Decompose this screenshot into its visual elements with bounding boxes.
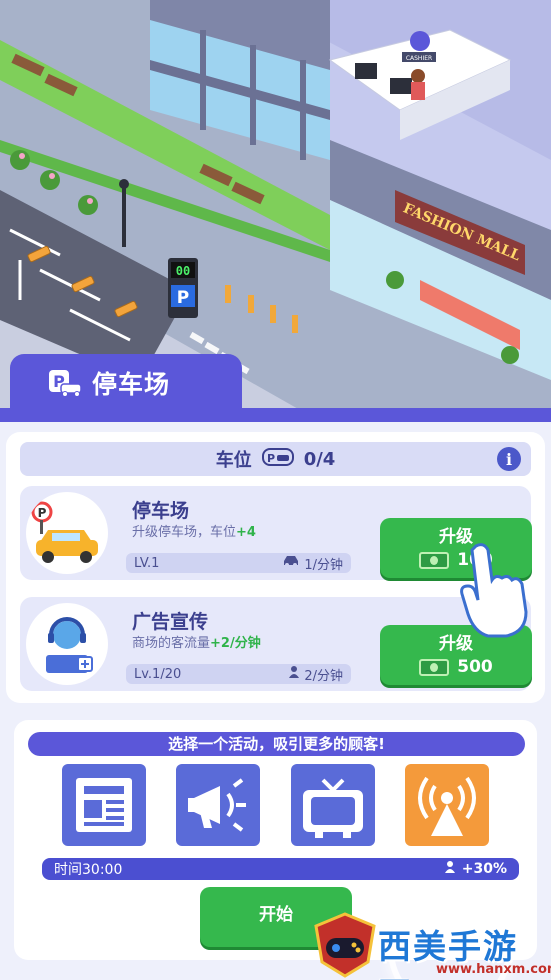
upgrade-cost-value: 500: [457, 657, 493, 677]
person-icon: [444, 860, 456, 878]
main-panel: 车位 P 0/4 i P 停车场 升级停车场，车位+4 LV.1 1/分钟 升级…: [0, 422, 551, 980]
info-icon[interactable]: i: [497, 447, 521, 471]
upgrade-desc-text: 商场的客流量: [132, 636, 211, 651]
svg-text:P: P: [267, 452, 275, 465]
watermark-url: www.hanxm.com: [436, 962, 551, 977]
upgrade-name: 停车场: [132, 500, 190, 522]
upgrade-desc: 升级停车场，车位+4: [132, 521, 256, 540]
panel-tab: P 停车场: [10, 354, 242, 412]
upgrade-name: 广告宣传: [132, 611, 209, 633]
svg-text:P: P: [38, 506, 47, 520]
tv-icon[interactable]: [291, 764, 375, 846]
staff-headset-avatar-icon: [26, 603, 108, 685]
watermark: 西美手游网 www.hanxm.com: [312, 910, 551, 980]
slots-label: 车位: [215, 450, 252, 471]
gamepad-shield-icon: [312, 912, 378, 978]
megaphone-icon[interactable]: [176, 764, 260, 846]
cash-icon: [419, 658, 450, 676]
upgrade-rate: 1/分钟: [304, 557, 343, 573]
pointer-hand-icon: [456, 540, 536, 640]
upgrade-stat-bar: Lv.1/20 2/分钟: [126, 664, 351, 684]
car-icon: [282, 555, 300, 571]
parking-letter: P: [177, 288, 189, 308]
parking-slot-icon: P: [261, 447, 294, 471]
activity-title: 选择一个活动，吸引更多的顾客!: [28, 732, 525, 756]
upgrade-stat-bar: LV.1 1/分钟: [126, 553, 351, 573]
parking-car-avatar-icon: P: [26, 492, 108, 574]
activity-bonus: +30%: [461, 861, 507, 877]
upgrade-desc-text: 升级停车场，车位: [132, 525, 237, 540]
scene-illustration: CASHIER FASHION MALL 00 P: [0, 0, 551, 410]
slots-value: 0/4: [303, 448, 336, 470]
upgrade-row-ads: 广告宣传 商场的客流量+2/分钟 Lv.1/20 2/分钟 升级 500: [20, 597, 532, 691]
person-icon: [288, 665, 300, 683]
upgrade-desc-bonus: +4: [236, 525, 256, 540]
cash-icon: [419, 551, 450, 569]
activity-time-bar: 时间30:00 +30%: [42, 858, 519, 880]
radio-tower-icon[interactable]: [405, 764, 489, 846]
game-scene[interactable]: CASHIER FASHION MALL 00 P: [0, 0, 551, 410]
newspaper-icon[interactable]: [62, 764, 146, 846]
upgrade-level: Lv.1/20: [134, 666, 182, 682]
parking-car-icon: P: [48, 368, 82, 398]
upgrade-row-parking: P 停车场 升级停车场，车位+4 LV.1 1/分钟 升级: [20, 486, 532, 580]
parking-slots-bar: 车位 P 0/4 i: [20, 442, 531, 476]
activity-time: 时间30:00: [54, 862, 123, 878]
upgrade-desc: 商场的客流量+2/分钟: [132, 632, 261, 651]
upgrade-desc-bonus: +2/分钟: [210, 636, 261, 651]
meter-display: 00: [176, 264, 190, 278]
cashier-sign: CASHIER: [406, 55, 432, 62]
upgrade-level: LV.1: [134, 555, 160, 571]
upgrade-cost: 500: [380, 657, 532, 677]
upgrade-rate: 2/分钟: [304, 668, 343, 684]
panel-title: 停车场: [92, 370, 171, 399]
